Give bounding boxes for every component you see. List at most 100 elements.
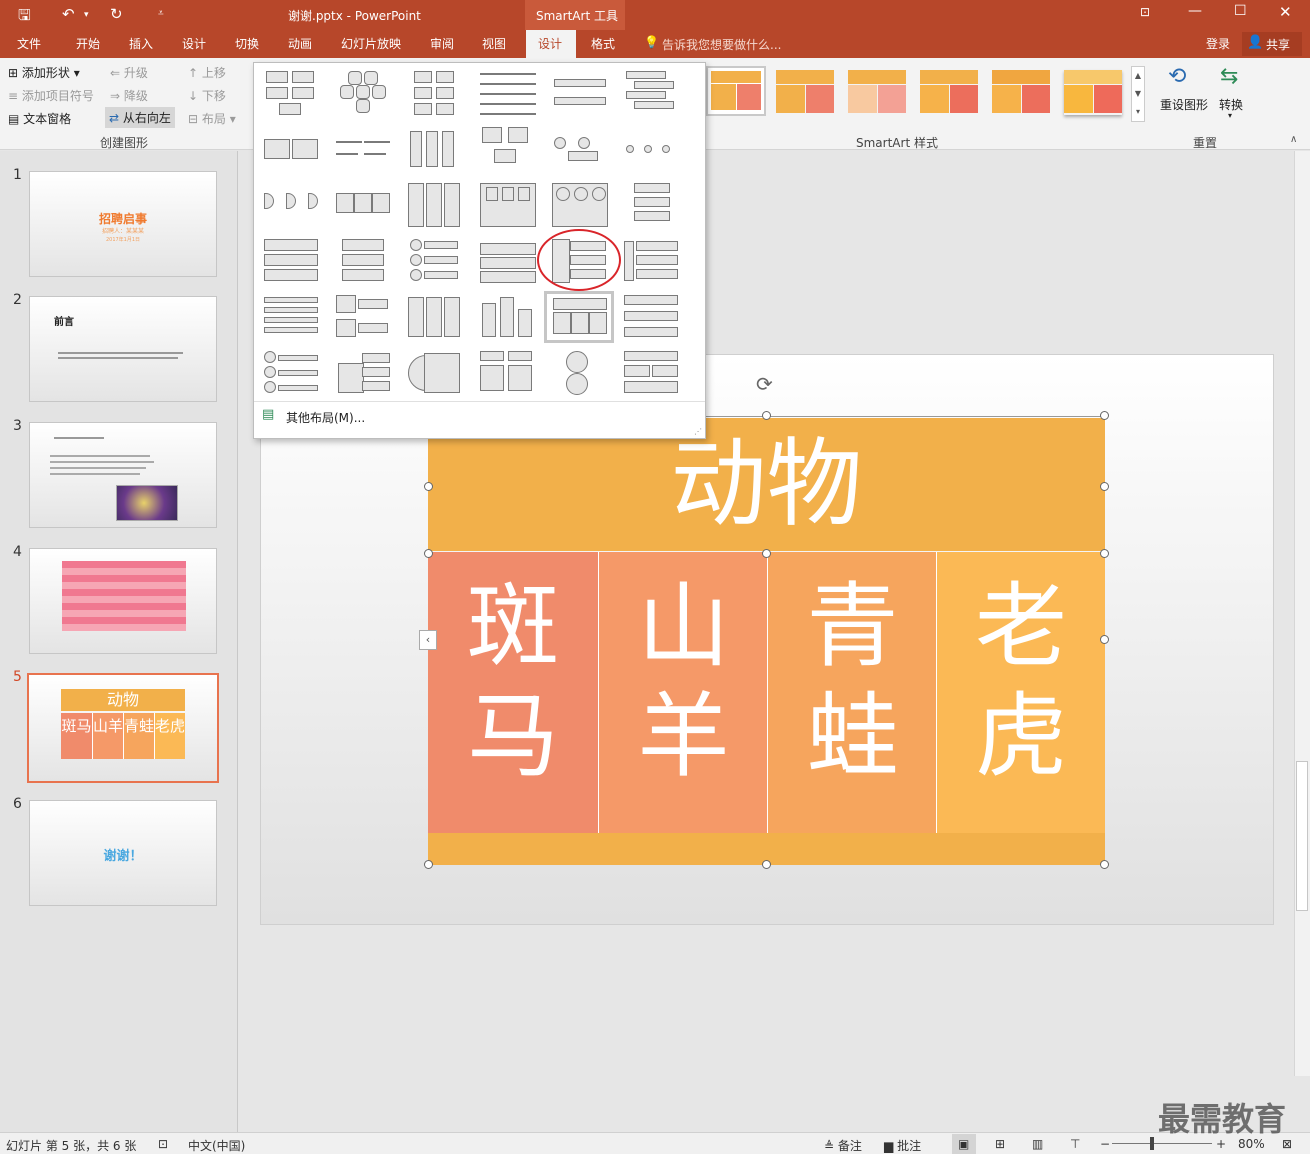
resize-handle[interactable] — [424, 549, 433, 558]
reset-graphic-icon[interactable]: ⟲ — [1168, 64, 1186, 89]
layout-thumb[interactable] — [478, 69, 540, 117]
language-indicator[interactable]: 中文(中国) — [188, 1137, 245, 1154]
tab-file[interactable]: 文件 — [17, 35, 41, 52]
tab-review[interactable]: 审阅 — [430, 35, 454, 52]
slide-thumb-6[interactable]: 谢谢！ — [29, 800, 217, 906]
resize-grip-icon[interactable]: ⋰ — [694, 427, 702, 436]
tab-design[interactable]: 设计 — [182, 35, 206, 52]
resize-handle[interactable] — [762, 411, 771, 420]
rotate-handle-icon[interactable]: ⟳ — [756, 372, 773, 396]
more-layouts-link[interactable]: 其他布局(M)... — [286, 409, 365, 426]
comments-button[interactable]: ▆ 批注 — [884, 1137, 921, 1154]
share-button[interactable]: 👤 共享 — [1242, 32, 1302, 56]
layout-thumb[interactable] — [334, 237, 396, 285]
style-thumb-3[interactable] — [848, 70, 906, 115]
layout-thumb[interactable] — [478, 181, 540, 229]
scroll-up-icon[interactable]: ▲ — [1132, 67, 1144, 85]
layout-thumb[interactable] — [622, 349, 684, 397]
slide-thumb-4[interactable] — [29, 548, 217, 654]
tell-me-input[interactable]: 告诉我您想要做什么... — [662, 36, 781, 53]
signin-link[interactable]: 登录 — [1206, 35, 1230, 52]
layout-thumb[interactable] — [478, 237, 540, 285]
resize-handle[interactable] — [1100, 635, 1109, 644]
collapse-ribbon-icon[interactable]: ∧ — [1290, 134, 1297, 145]
tab-smartart-design-active[interactable]: 设计 — [526, 30, 576, 58]
resize-handle[interactable] — [1100, 549, 1109, 558]
layout-thumb[interactable] — [334, 69, 396, 117]
layout-thumb[interactable] — [262, 125, 324, 173]
resize-handle[interactable] — [1100, 860, 1109, 869]
resize-handle[interactable] — [762, 549, 771, 558]
slide-thumbnail-panel[interactable]: 1 招聘启事 招聘人：某某某 2017年1月1日 2 前言 3 4 5 动物 斑… — [0, 151, 238, 1132]
slide-thumb-2[interactable]: 前言 — [29, 296, 217, 402]
scroll-down-icon[interactable]: ▼ — [1132, 85, 1144, 103]
minimize-icon[interactable]: — — [1188, 3, 1202, 19]
layout-thumb[interactable] — [334, 181, 396, 229]
save-icon[interactable]: 🖫 — [18, 5, 31, 30]
tab-slideshow[interactable]: 幻灯片放映 — [341, 35, 401, 52]
style-thumb-6[interactable] — [1064, 70, 1122, 115]
undo-dropdown-icon[interactable]: ▾ — [84, 10, 89, 20]
style-thumb-5[interactable] — [992, 70, 1050, 115]
slide-thumb-5-selected[interactable]: 动物 斑马 山羊 青蛙 老虎 — [27, 673, 219, 783]
layout-thumb[interactable] — [406, 349, 468, 397]
right-to-left-button[interactable]: ⇄ 从右向左 — [105, 107, 175, 128]
zoom-slider-thumb[interactable] — [1150, 1137, 1154, 1150]
tab-insert[interactable]: 插入 — [129, 35, 153, 52]
layout-thumb[interactable] — [262, 349, 324, 397]
layout-thumb[interactable] — [622, 181, 684, 229]
resize-handle[interactable] — [424, 860, 433, 869]
move-up-button[interactable]: ↑ 上移 — [188, 64, 226, 81]
tab-format[interactable]: 格式 — [591, 35, 615, 52]
layout-thumb[interactable] — [478, 125, 540, 173]
layout-thumb-selected[interactable] — [544, 291, 614, 343]
resize-handle[interactable] — [762, 860, 771, 869]
layout-thumb[interactable] — [406, 69, 468, 117]
move-down-button[interactable]: ↓ 下移 — [188, 87, 226, 104]
layout-thumb[interactable] — [262, 69, 324, 117]
layout-thumb[interactable] — [550, 349, 612, 397]
layout-thumb[interactable] — [622, 237, 684, 285]
layout-thumb[interactable] — [550, 181, 612, 229]
layout-thumb[interactable] — [406, 125, 468, 173]
layout-thumb[interactable] — [406, 293, 468, 341]
tab-animations[interactable]: 动画 — [288, 35, 312, 52]
style-thumb-4[interactable] — [920, 70, 978, 115]
slide-sorter-icon[interactable]: ⊞ — [995, 1137, 1005, 1151]
redo-icon[interactable]: ↻ — [110, 5, 123, 23]
spellcheck-icon[interactable]: ⊡ — [158, 1137, 168, 1151]
layout-thumb[interactable] — [550, 69, 612, 117]
tab-view[interactable]: 视图 — [482, 35, 506, 52]
convert-dropdown-icon[interactable]: ▾ — [1228, 111, 1232, 120]
tab-transitions[interactable]: 切换 — [235, 35, 259, 52]
smartart-cell-frog[interactable]: 青蛙 — [767, 552, 937, 833]
customize-qat-icon[interactable]: ⩡ — [158, 8, 164, 19]
style-thumb-2[interactable] — [776, 70, 834, 115]
slide-thumb-3[interactable] — [29, 422, 217, 528]
ribbon-display-icon[interactable]: ⊡ — [1140, 5, 1150, 19]
reading-view-icon[interactable]: ▥ — [1032, 1137, 1043, 1151]
resize-handle[interactable] — [1100, 411, 1109, 420]
zoom-slider[interactable] — [1112, 1143, 1212, 1144]
slide-thumb-1[interactable]: 招聘启事 招聘人：某某某 2017年1月1日 — [29, 171, 217, 277]
scrollbar-thumb[interactable] — [1296, 761, 1308, 911]
smartart-cell-zebra[interactable]: 斑马 — [428, 552, 598, 833]
layout-thumb[interactable] — [622, 293, 684, 341]
reset-graphic-button[interactable]: 重设图形 — [1160, 96, 1208, 113]
slideshow-icon[interactable]: ⊤ — [1070, 1137, 1080, 1151]
layout-thumb[interactable] — [478, 349, 540, 397]
resize-handle[interactable] — [424, 482, 433, 491]
vertical-scrollbar[interactable] — [1294, 151, 1310, 1076]
text-pane-button[interactable]: ▤ 文本窗格 — [8, 110, 71, 127]
layout-thumb[interactable] — [334, 125, 396, 173]
add-bullet-button[interactable]: ≡ 添加项目符号 — [8, 87, 94, 104]
promote-button[interactable]: ⇐ 升级 — [110, 64, 148, 81]
close-icon[interactable]: ✕ — [1279, 3, 1292, 21]
smartart-cell-goat[interactable]: 山羊 — [598, 552, 768, 833]
layout-thumb[interactable] — [622, 125, 684, 173]
zoom-out-icon[interactable]: − — [1100, 1137, 1110, 1151]
add-shape-button[interactable]: ⊞ 添加形状 ▾ — [8, 64, 80, 81]
maximize-icon[interactable]: ☐ — [1234, 3, 1247, 19]
layout-thumb[interactable] — [262, 181, 324, 229]
text-pane-toggle-icon[interactable]: ‹ — [419, 630, 437, 650]
